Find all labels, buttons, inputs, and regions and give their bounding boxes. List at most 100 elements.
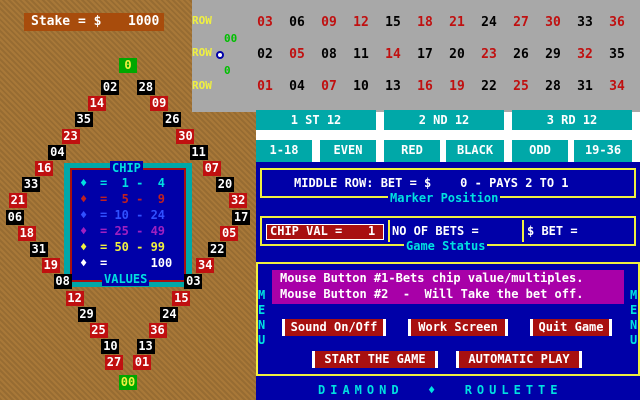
- diamond-number-right[interactable]: 17: [232, 209, 251, 225]
- grid-number[interactable]: 25: [508, 79, 534, 94]
- grid-number[interactable]: 28: [540, 79, 566, 94]
- grid-number[interactable]: 17: [412, 47, 438, 62]
- diamond-number-left[interactable]: 10: [101, 339, 120, 355]
- diamond-number-right[interactable]: 26: [163, 112, 182, 128]
- diamond-number-left[interactable]: 06: [5, 209, 24, 225]
- dozen-2[interactable]: 2 ND 12: [384, 110, 504, 130]
- sound-toggle-button[interactable]: Sound On/Off: [282, 319, 386, 336]
- grid-number[interactable]: 26: [508, 47, 534, 62]
- diamond-number-right[interactable]: 36: [148, 323, 167, 338]
- dozen-3[interactable]: 3 RD 12: [512, 110, 632, 130]
- bet-1-18[interactable]: 1-18: [256, 140, 312, 162]
- diamond-number-left[interactable]: 29: [77, 306, 96, 322]
- chip-diamond-icon: ♦: [80, 256, 88, 270]
- bet-19-36[interactable]: 19-36: [574, 140, 632, 162]
- grid-number[interactable]: 01: [252, 79, 278, 94]
- automatic-play-button[interactable]: AUTOMATIC PLAY: [456, 351, 582, 368]
- diamond-number-right[interactable]: 15: [172, 290, 191, 306]
- grid-number[interactable]: 19: [444, 79, 470, 94]
- row-label-middle[interactable]: ROW: [192, 46, 212, 59]
- chip-range-label: = 100: [100, 256, 173, 270]
- diamond-double-zero[interactable]: 00: [119, 375, 137, 390]
- grid-number[interactable]: 13: [380, 79, 406, 94]
- row-label-bottom[interactable]: ROW: [192, 79, 212, 92]
- diamond-number-right[interactable]: 01: [133, 355, 151, 371]
- diamond-number-right[interactable]: 11: [189, 144, 208, 160]
- diamond-number-left[interactable]: 14: [87, 96, 106, 112]
- grid-number[interactable]: 23: [476, 47, 502, 62]
- zero-single-green[interactable]: 0: [224, 64, 231, 77]
- grid-number[interactable]: 07: [316, 79, 342, 94]
- chip-val-value: 1: [368, 224, 376, 238]
- grid-number[interactable]: 05: [284, 47, 310, 62]
- grid-number[interactable]: 14: [380, 47, 406, 62]
- grid-number[interactable]: 10: [348, 79, 374, 94]
- diamond-number-left[interactable]: 18: [17, 225, 36, 241]
- diamond-number-right[interactable]: 13: [136, 339, 155, 355]
- grid-number[interactable]: 31: [572, 79, 598, 94]
- grid-number[interactable]: 02: [252, 47, 278, 62]
- diamond-number-left[interactable]: 31: [29, 242, 48, 257]
- diamond-number-left[interactable]: 08: [53, 274, 72, 290]
- grid-number[interactable]: 12: [348, 15, 374, 30]
- grid-number[interactable]: 09: [316, 15, 342, 30]
- grid-number[interactable]: 04: [284, 79, 310, 94]
- grid-number[interactable]: 15: [380, 15, 406, 30]
- diamond-number-left[interactable]: 04: [48, 144, 67, 160]
- diamond-number-right[interactable]: 05: [220, 225, 239, 241]
- diamond-number-left[interactable]: 35: [74, 112, 93, 128]
- dozen-1[interactable]: 1 ST 12: [256, 110, 376, 130]
- no-of-bets: NO OF BETS =: [392, 224, 479, 238]
- diamond-number-right[interactable]: 28: [136, 80, 155, 95]
- grid-number[interactable]: 18: [412, 15, 438, 30]
- grid-number[interactable]: 33: [572, 15, 598, 30]
- diamond-number-left[interactable]: 21: [8, 193, 27, 209]
- diamond-number-right[interactable]: 34: [196, 258, 215, 274]
- bet-red[interactable]: RED: [384, 140, 440, 162]
- grid-number[interactable]: 06: [284, 15, 310, 30]
- diamond-number-right[interactable]: 03: [184, 274, 203, 290]
- bet-even[interactable]: EVEN: [320, 140, 376, 162]
- grid-number[interactable]: 22: [476, 79, 502, 94]
- diamond-zero[interactable]: 0: [119, 58, 137, 73]
- diamond-number-right[interactable]: 32: [229, 193, 248, 209]
- diamond-number-right[interactable]: 20: [216, 177, 234, 193]
- grid-number[interactable]: 29: [540, 47, 566, 62]
- chip-panel-footer: VALUES: [102, 272, 150, 286]
- grid-number[interactable]: 16: [412, 79, 438, 94]
- grid-number[interactable]: 34: [604, 79, 630, 94]
- start-game-button[interactable]: START THE GAME: [312, 351, 438, 368]
- diamond-number-right[interactable]: 30: [176, 128, 195, 144]
- grid-number[interactable]: 20: [444, 47, 470, 62]
- grid-number[interactable]: 32: [572, 47, 598, 62]
- diamond-number-left[interactable]: 33: [21, 177, 40, 193]
- diamond-number-left[interactable]: 23: [61, 128, 80, 144]
- diamond-number-left[interactable]: 25: [89, 323, 108, 338]
- bet-odd[interactable]: ODD: [512, 140, 568, 162]
- grid-number[interactable]: 21: [444, 15, 470, 30]
- work-screen-button[interactable]: Work Screen: [408, 319, 508, 336]
- quit-game-button[interactable]: Quit Game: [530, 319, 612, 336]
- bet-black[interactable]: BLACK: [446, 140, 504, 162]
- diamond-number-left[interactable]: 12: [65, 290, 84, 306]
- grid-number[interactable]: 08: [316, 47, 342, 62]
- diamond-number-left[interactable]: 16: [35, 161, 54, 176]
- grid-number[interactable]: 27: [508, 15, 534, 30]
- row-label-top[interactable]: ROW: [192, 14, 212, 27]
- grid-number[interactable]: 24: [476, 15, 502, 30]
- diamond-number-right[interactable]: 07: [202, 161, 221, 176]
- grid-number[interactable]: 35: [604, 47, 630, 62]
- zero-double-green[interactable]: 00: [224, 32, 237, 45]
- grid-number[interactable]: 11: [348, 47, 374, 62]
- diamond-number-right[interactable]: 09: [150, 96, 169, 112]
- diamond-number-left[interactable]: 27: [105, 355, 123, 371]
- diamond-number-left[interactable]: 02: [101, 80, 120, 95]
- diamond-number-right[interactable]: 22: [208, 242, 227, 257]
- row-marker-icon[interactable]: [216, 51, 224, 59]
- diamond-number-left[interactable]: 19: [41, 258, 60, 274]
- diamond-number-right[interactable]: 24: [160, 306, 179, 322]
- chip-range-label: = 1 - 4: [100, 176, 166, 190]
- grid-number[interactable]: 03: [252, 15, 278, 30]
- grid-number[interactable]: 30: [540, 15, 566, 30]
- grid-number[interactable]: 36: [604, 15, 630, 30]
